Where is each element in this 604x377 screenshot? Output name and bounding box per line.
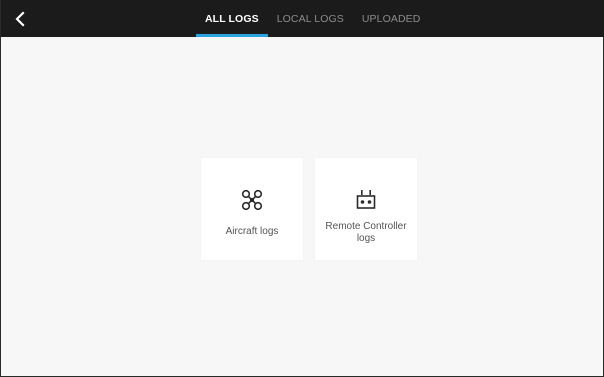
back-button[interactable] [9,8,31,30]
drone-icon [240,188,264,212]
chevron-left-icon [15,11,25,27]
aircraft-logs-card[interactable]: Aircraft logs [201,158,303,260]
tab-all-logs[interactable]: ALL LOGS [196,0,268,37]
app-frame: ALL LOGS LOCAL LOGS UPLOADED Aircraft lo… [0,0,604,377]
aircraft-logs-label: Aircraft logs [225,226,279,237]
remote-controller-logs-card[interactable]: Remote Controller logs [315,158,417,260]
log-tabs: ALL LOGS LOCAL LOGS UPLOADED [196,0,429,37]
top-navigation-bar: ALL LOGS LOCAL LOGS UPLOADED [1,0,604,37]
remote-controller-logs-label: Remote Controller logs [325,221,407,244]
tab-local-logs[interactable]: LOCAL LOGS [268,0,353,37]
log-type-cards: Aircraft logs Remote Controller logs [201,158,417,260]
tab-uploaded[interactable]: UPLOADED [353,0,430,37]
remote-controller-icon [354,188,378,212]
